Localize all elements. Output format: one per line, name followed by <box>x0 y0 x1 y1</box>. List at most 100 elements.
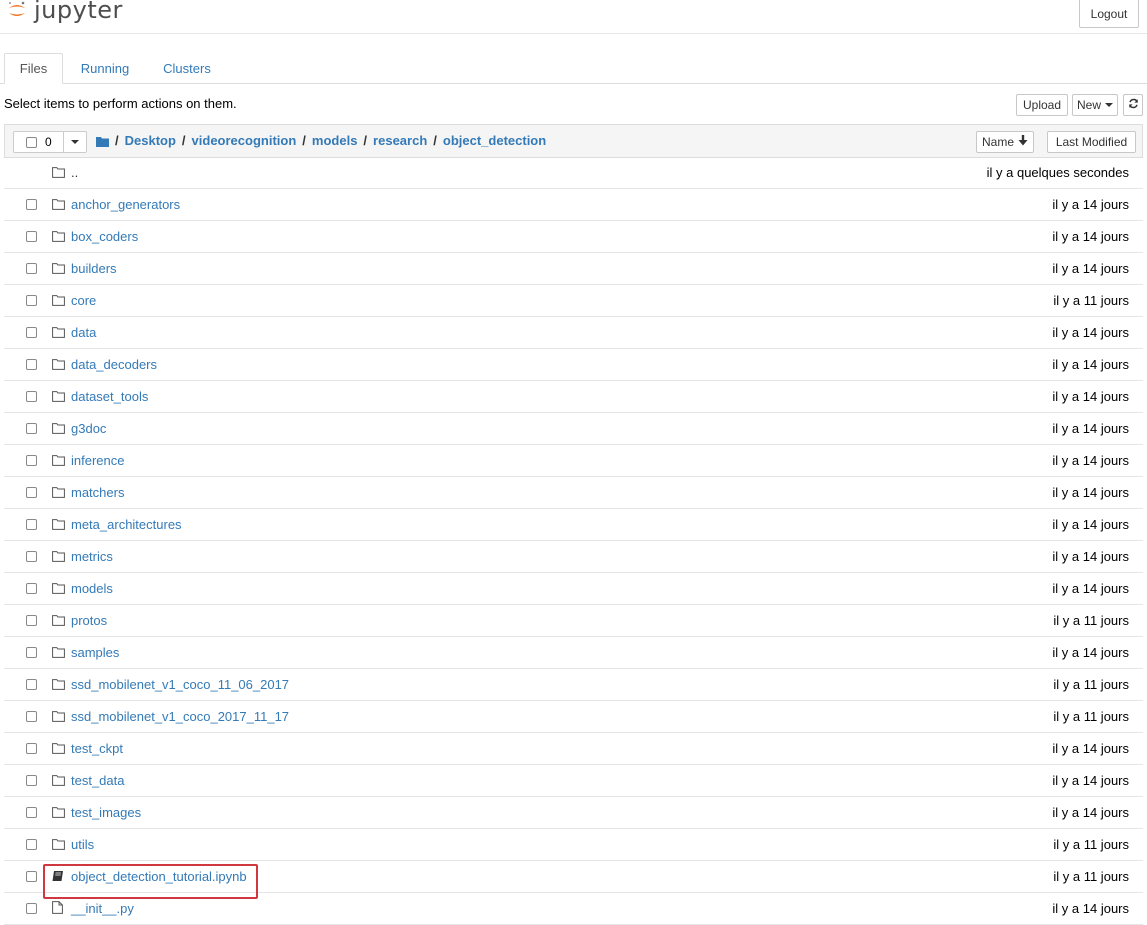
row-checkbox[interactable] <box>26 327 37 338</box>
row-checkbox[interactable] <box>26 743 37 754</box>
logout-button[interactable]: Logout <box>1079 0 1139 28</box>
item-name-link[interactable]: builders <box>71 261 117 276</box>
item-name-link[interactable]: test_ckpt <box>71 741 123 756</box>
item-name-link[interactable]: .. <box>71 165 78 180</box>
item-name-link[interactable]: data_decoders <box>71 357 157 372</box>
breadcrumb-separator: / <box>363 133 368 148</box>
file-list-row[interactable]: metrics il y a 14 jours <box>4 541 1143 573</box>
file-list-row[interactable]: test_images il y a 14 jours <box>4 797 1143 829</box>
tab-files[interactable]: Files <box>4 53 63 84</box>
file-list-row[interactable]: g3doc il y a 14 jours <box>4 413 1143 445</box>
row-checkbox[interactable] <box>26 295 37 306</box>
row-checkbox[interactable] <box>26 711 37 722</box>
row-checkbox[interactable] <box>26 679 37 690</box>
item-name-link[interactable]: protos <box>71 613 107 628</box>
folder-icon <box>52 710 65 722</box>
row-checkbox[interactable] <box>26 199 37 210</box>
select-all-checkbox[interactable] <box>26 136 37 148</box>
folder-icon <box>52 742 65 754</box>
row-checkbox[interactable] <box>26 487 37 498</box>
file-list-row[interactable]: matchers il y a 14 jours <box>4 477 1143 509</box>
new-dropdown-button[interactable]: New <box>1072 94 1118 116</box>
row-checkbox[interactable] <box>26 839 37 850</box>
row-checkbox[interactable] <box>26 359 37 370</box>
file-list-row[interactable]: builders il y a 14 jours <box>4 253 1143 285</box>
sort-by-modified-button[interactable]: Last Modified <box>1047 131 1136 153</box>
item-name-link[interactable]: core <box>71 293 96 308</box>
item-name-link[interactable]: meta_architectures <box>71 517 182 532</box>
refresh-button[interactable] <box>1123 94 1143 116</box>
breadcrumb-models[interactable]: models <box>312 133 358 148</box>
item-name-link[interactable]: data <box>71 325 96 340</box>
tab-running[interactable]: Running <box>66 53 144 83</box>
item-name-link[interactable]: models <box>71 581 113 596</box>
file-list-row[interactable]: utils il y a 11 jours <box>4 829 1143 861</box>
row-checkbox[interactable] <box>26 455 37 466</box>
breadcrumb-research[interactable]: research <box>373 133 427 148</box>
file-list-row[interactable]: anchor_generators il y a 14 jours <box>4 189 1143 221</box>
folder-icon <box>52 230 65 242</box>
breadcrumb-desktop[interactable]: Desktop <box>125 133 176 148</box>
breadcrumb: / Desktop / videorecognition / models / … <box>96 133 546 148</box>
breadcrumb-videorecognition[interactable]: videorecognition <box>192 133 297 148</box>
row-checkbox[interactable] <box>26 807 37 818</box>
item-name-link[interactable]: ssd_mobilenet_v1_coco_2017_11_17 <box>71 709 289 724</box>
file-list-row[interactable]: samples il y a 14 jours <box>4 637 1143 669</box>
file-list-row[interactable]: protos il y a 11 jours <box>4 605 1143 637</box>
row-checkbox[interactable] <box>26 615 37 626</box>
file-list-row[interactable]: core il y a 11 jours <box>4 285 1143 317</box>
row-checkbox[interactable] <box>26 519 37 530</box>
row-checkbox[interactable] <box>26 903 37 914</box>
parent-directory-row[interactable]: .. il y a quelques secondes <box>4 157 1143 189</box>
item-name-link[interactable]: dataset_tools <box>71 389 148 404</box>
tab-clusters[interactable]: Clusters <box>148 53 226 83</box>
item-name-link[interactable]: test_data <box>71 773 125 788</box>
jupyter-logo[interactable]: jupyter <box>6 0 123 24</box>
sort-by-name-button[interactable]: Name <box>976 131 1034 153</box>
item-name-link[interactable]: anchor_generators <box>71 197 180 212</box>
file-list-row[interactable]: box_coders il y a 14 jours <box>4 221 1143 253</box>
breadcrumb-object-detection[interactable]: object_detection <box>443 133 546 148</box>
item-modified-date: il y a 14 jours <box>1052 741 1129 756</box>
row-checkbox[interactable] <box>26 423 37 434</box>
row-checkbox[interactable] <box>26 551 37 562</box>
file-list-row[interactable]: data il y a 14 jours <box>4 317 1143 349</box>
folder-home-icon[interactable] <box>96 135 109 147</box>
row-checkbox[interactable] <box>26 231 37 242</box>
file-list-row[interactable]: __init__.py il y a 14 jours <box>4 893 1143 925</box>
file-list-row[interactable]: test_ckpt il y a 14 jours <box>4 733 1143 765</box>
item-modified-date: il y a 14 jours <box>1052 517 1129 532</box>
file-list-row[interactable]: ssd_mobilenet_v1_coco_2017_11_17 il y a 1… <box>4 701 1143 733</box>
select-all-control[interactable]: 0 <box>13 131 87 153</box>
row-checkbox[interactable] <box>26 775 37 786</box>
item-name-link[interactable]: inference <box>71 453 124 468</box>
item-name-link[interactable]: matchers <box>71 485 124 500</box>
file-list-row[interactable]: meta_architectures il y a 14 jours <box>4 509 1143 541</box>
file-list-row[interactable]: data_decoders il y a 14 jours <box>4 349 1143 381</box>
item-name-link[interactable]: test_images <box>71 805 141 820</box>
item-name-link[interactable]: ssd_mobilenet_v1_coco_11_06_2017 <box>71 677 289 692</box>
item-name-link[interactable]: samples <box>71 645 119 660</box>
item-name-link[interactable]: __init__.py <box>71 901 134 916</box>
folder-icon <box>52 646 65 658</box>
file-list-row[interactable]: inference il y a 14 jours <box>4 445 1143 477</box>
item-modified-date: il y a 11 jours <box>1053 869 1129 884</box>
row-checkbox[interactable] <box>26 263 37 274</box>
row-checkbox[interactable] <box>26 871 37 882</box>
select-menu-toggle[interactable] <box>64 132 86 152</box>
file-list-row[interactable]: test_data il y a 14 jours <box>4 765 1143 797</box>
item-name-link[interactable]: metrics <box>71 549 113 564</box>
file-list-row[interactable]: ssd_mobilenet_v1_coco_11_06_2017 il y a 1… <box>4 669 1143 701</box>
file-list-row[interactable]: object_detection_tutorial.ipynb il y a 11… <box>4 861 1143 899</box>
row-checkbox[interactable] <box>26 391 37 402</box>
row-checkbox[interactable] <box>26 647 37 658</box>
item-modified-date: il y a 14 jours <box>1052 645 1129 660</box>
upload-button[interactable]: Upload <box>1016 94 1068 116</box>
file-icon <box>52 901 65 914</box>
item-name-link[interactable]: g3doc <box>71 421 106 436</box>
item-name-link[interactable]: utils <box>71 837 94 852</box>
item-name-link[interactable]: box_coders <box>71 229 138 244</box>
file-list-row[interactable]: dataset_tools il y a 14 jours <box>4 381 1143 413</box>
file-list-row[interactable]: models il y a 14 jours <box>4 573 1143 605</box>
row-checkbox[interactable] <box>26 583 37 594</box>
